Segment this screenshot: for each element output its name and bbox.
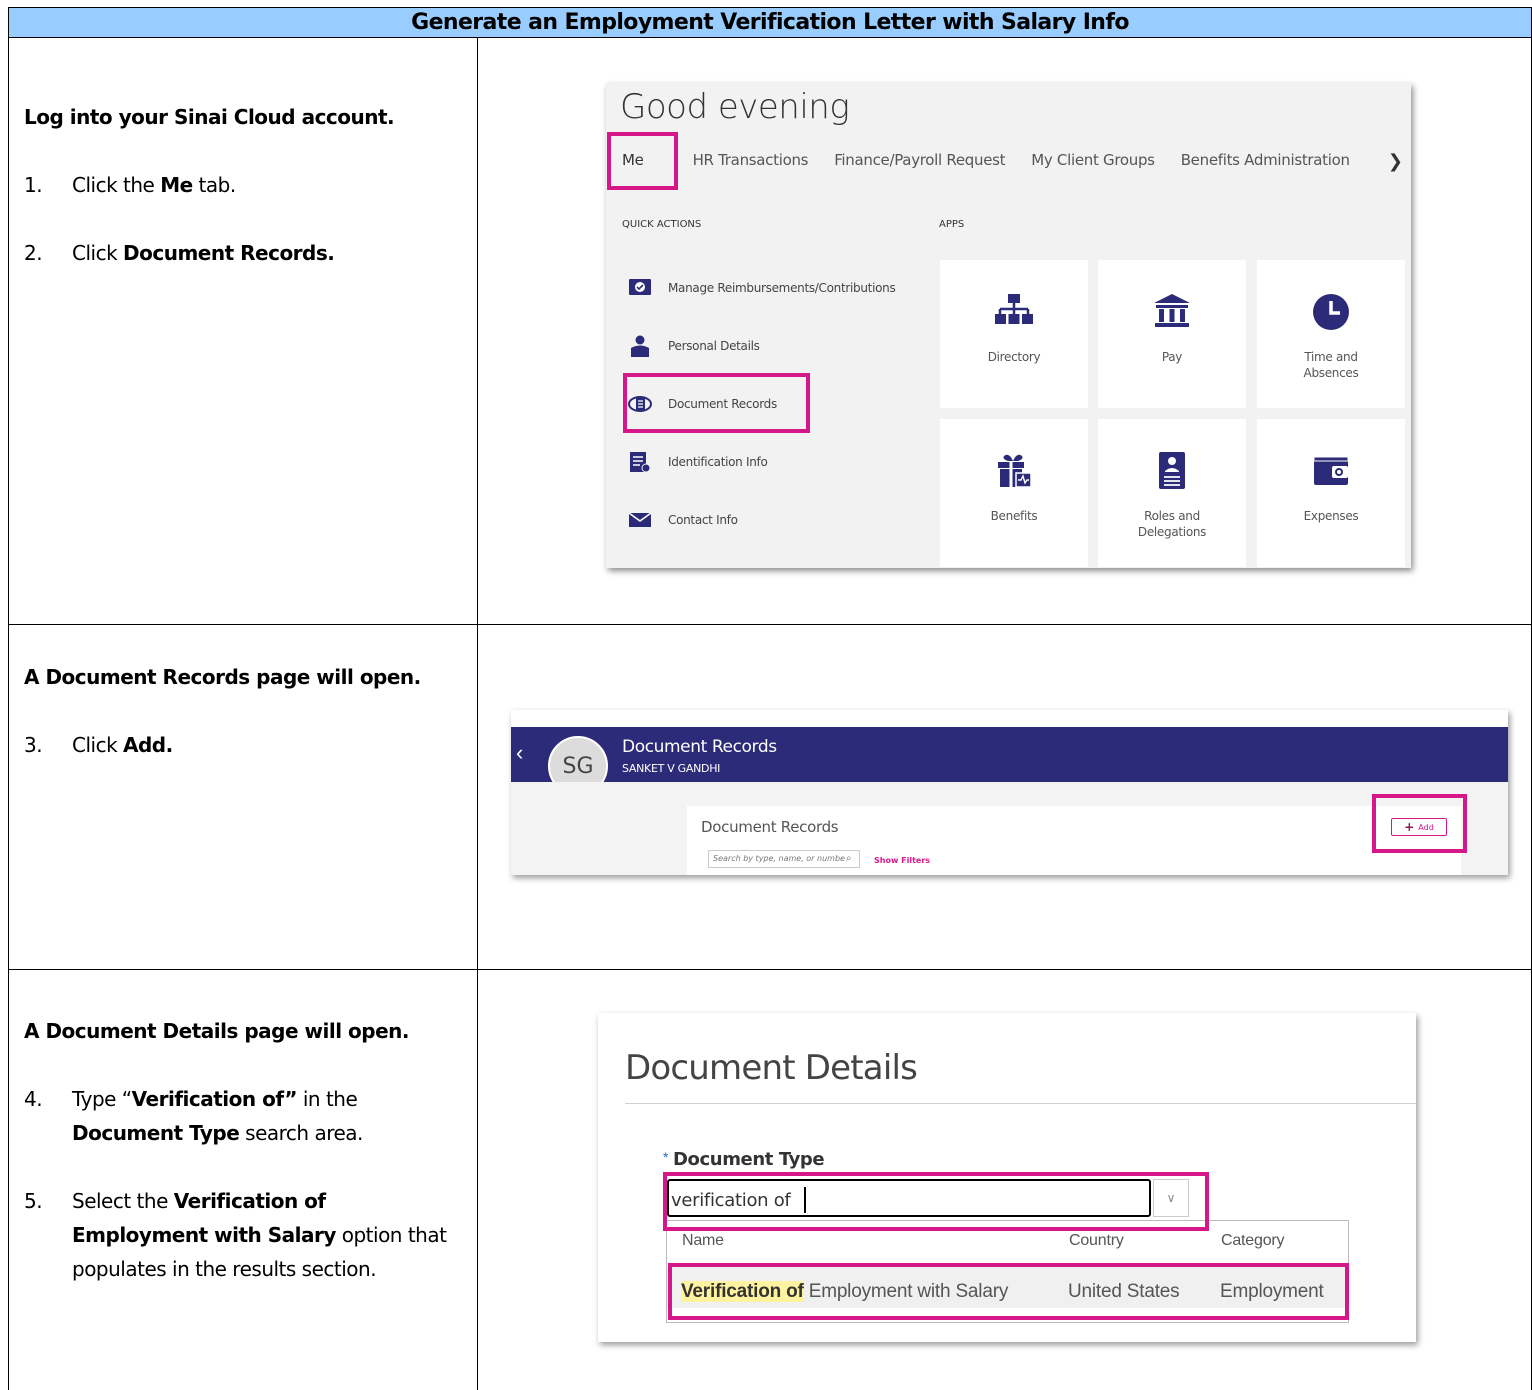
- page-title: Document Details: [625, 1048, 918, 1088]
- reimbursement-icon: [629, 279, 651, 295]
- column-divider: [477, 38, 478, 1390]
- section1-lead: Log into your Sinai Cloud account.: [24, 105, 395, 129]
- apps-heading: APPS: [939, 219, 965, 230]
- step-2: 2. Click Document Records.: [24, 241, 335, 265]
- highlight-document-type-input: [663, 1172, 1209, 1231]
- column-header-country: Country: [1069, 1232, 1124, 1249]
- section2-lead: A Document Records page will open.: [24, 665, 421, 689]
- column-header-name: Name: [682, 1232, 724, 1249]
- quick-action-reimbursements[interactable]: Manage Reimbursements/Contributions: [628, 277, 896, 299]
- document-type-label: Document Type: [673, 1149, 825, 1170]
- tab-finance-payroll[interactable]: Finance/Payroll Request: [834, 151, 1005, 169]
- step-1: 1. Click the Me tab.: [24, 173, 236, 197]
- tab-my-client-groups[interactable]: My Client Groups: [1031, 151, 1155, 169]
- section1-instructions: Log into your Sinai Cloud account. 1. Cl…: [24, 100, 464, 304]
- document-title: Generate an Employment Verification Lett…: [411, 10, 1129, 35]
- app-tile-time-absences[interactable]: Time and Absences: [1257, 260, 1405, 408]
- search-input[interactable]: Search by type, name, or numbe: [708, 850, 860, 868]
- column-header-category: Category: [1221, 1232, 1285, 1249]
- back-chevron-icon[interactable]: ‹: [516, 740, 523, 766]
- highlight-me-tab: [607, 132, 678, 190]
- greeting: Good evening: [620, 87, 850, 127]
- required-marker: *: [663, 1149, 669, 1165]
- person-name: SANKET V GANDHI: [622, 762, 721, 775]
- wallet-icon: [1313, 456, 1349, 485]
- title-row: Generate an Employment Verification Lett…: [9, 8, 1531, 38]
- document-records-screenshot: ‹ SG Document Records SANKET V GANDHI Do…: [511, 710, 1508, 875]
- quick-action-personal-details[interactable]: Personal Details: [628, 335, 760, 357]
- tab-hr-transactions[interactable]: HR Transactions: [693, 151, 809, 169]
- bank-icon: [1154, 294, 1190, 327]
- row-divider: [9, 624, 1531, 625]
- tab-benefits-administration[interactable]: Benefits Administration: [1181, 151, 1350, 169]
- show-filters-link[interactable]: Show Filters: [874, 856, 930, 865]
- card-title: Document Records: [701, 818, 839, 836]
- id-badge-icon: [1159, 452, 1185, 489]
- chevron-right-icon[interactable]: ❯: [1388, 151, 1403, 172]
- envelope-icon: [628, 512, 652, 527]
- nav-tabs: Me HR Transactions Finance/Payroll Reque…: [622, 151, 1376, 169]
- app-tile-pay[interactable]: Pay: [1098, 260, 1246, 408]
- divider: [625, 1103, 1416, 1104]
- step-4: 4. Type “Verification of” in the Documen…: [24, 1087, 363, 1145]
- step-3: 3. Click Add.: [24, 733, 173, 757]
- section2-instructions: A Document Records page will open. 3. Cl…: [24, 660, 464, 796]
- gift-icon: [998, 454, 1032, 488]
- quick-action-identification-info[interactable]: Identification Info: [628, 451, 768, 473]
- app-tile-roles-delegations[interactable]: Roles and Delegations: [1098, 419, 1246, 567]
- search-icon: ⌕: [846, 853, 852, 864]
- section3-instructions: A Document Details page will open. 4. Ty…: [24, 1014, 464, 1320]
- app-tile-directory[interactable]: Directory: [940, 260, 1088, 408]
- quick-action-contact-info[interactable]: Contact Info: [628, 509, 738, 531]
- highlight-result-row: [668, 1263, 1349, 1320]
- quick-actions-heading: QUICK ACTIONS: [622, 219, 702, 230]
- highlight-document-records: [623, 373, 810, 433]
- step-5: 5. Select the Verification of Employment…: [24, 1189, 447, 1281]
- person-icon: [631, 335, 649, 357]
- clock-icon: [1313, 294, 1349, 330]
- identification-icon: [630, 452, 651, 473]
- row-divider: [9, 969, 1531, 970]
- header-title: Document Records: [622, 737, 777, 757]
- app-tile-expenses[interactable]: Expenses: [1257, 419, 1405, 567]
- org-chart-icon: [995, 294, 1033, 324]
- me-home-screenshot: Good evening Me HR Transactions Finance/…: [606, 83, 1411, 568]
- highlight-add-button: [1372, 794, 1467, 853]
- app-tile-benefits[interactable]: Benefits: [940, 419, 1088, 567]
- section3-lead: A Document Details page will open.: [24, 1019, 409, 1043]
